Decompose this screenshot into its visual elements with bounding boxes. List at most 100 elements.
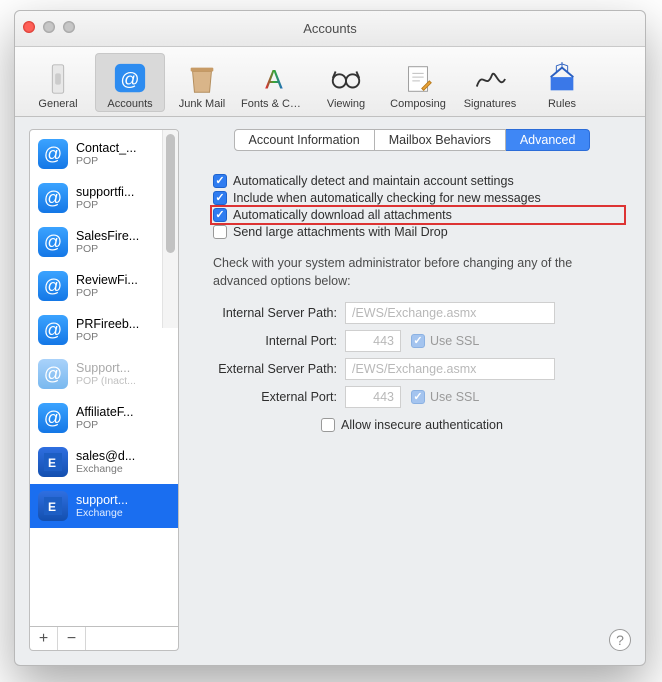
at-icon: @ — [111, 62, 149, 96]
external-port-row: External Port: Use SSL — [201, 386, 623, 408]
checkbox-label: Include when automatically checking for … — [233, 191, 541, 205]
account-type: POP — [76, 243, 172, 255]
allow-insecure-row: Allow insecure authentication — [201, 418, 623, 432]
toolbar-label: Signatures — [464, 98, 517, 110]
toolbar-general[interactable]: General — [23, 53, 93, 112]
tab-mailbox-behaviors[interactable]: Mailbox Behaviors — [375, 129, 506, 151]
account-row[interactable]: @ Support...POP (Inact... — [30, 352, 178, 396]
panel-tabs: Account Information Mailbox Behaviors Ad… — [234, 129, 591, 151]
ssl-label: Use SSL — [430, 390, 479, 404]
titlebar: Accounts — [15, 11, 645, 47]
at-icon: @ — [38, 139, 68, 169]
account-row[interactable]: @ ReviewFi...POP — [30, 264, 178, 308]
paper-icon — [399, 62, 437, 96]
at-icon: @ — [38, 315, 68, 345]
svg-text:E: E — [48, 500, 56, 514]
checkbox-label: Send large attachments with Mail Drop — [233, 225, 448, 239]
account-name: Contact_... — [76, 141, 172, 155]
internal-server-path-input[interactable] — [345, 302, 555, 324]
tab-advanced[interactable]: Advanced — [506, 129, 591, 151]
internal-port-input[interactable] — [345, 330, 401, 352]
checkbox-row: Send large attachments with Mail Drop — [213, 225, 623, 239]
prefs-toolbar: General @ Accounts Junk Mail A Fonts & C… — [15, 47, 645, 117]
external-port-input[interactable] — [345, 386, 401, 408]
signature-icon — [471, 62, 509, 96]
checkbox-external-ssl — [411, 390, 425, 404]
account-name: AffiliateF... — [76, 405, 172, 419]
toolbar-label: Viewing — [327, 98, 365, 110]
toolbar-rules[interactable]: Rules — [527, 53, 597, 112]
exchange-icon: E — [38, 491, 68, 521]
checkbox-internal-ssl — [411, 334, 425, 348]
remove-account-button[interactable]: − — [58, 627, 86, 650]
toolbar-accounts[interactable]: @ Accounts — [95, 53, 165, 112]
account-name: sales@d... — [76, 449, 172, 463]
minimize-button[interactable] — [43, 21, 55, 33]
toolbar-composing[interactable]: Composing — [383, 53, 453, 112]
help-button[interactable]: ? — [609, 629, 631, 651]
account-row[interactable]: @ Contact_...POP — [30, 132, 178, 176]
external-server-path-row: External Server Path: — [201, 358, 623, 380]
account-row[interactable]: @ AffiliateF...POP — [30, 396, 178, 440]
scrollbar[interactable] — [162, 130, 178, 328]
account-type: Exchange — [76, 507, 172, 519]
checkbox-row-highlighted: Automatically download all attachments — [213, 208, 623, 222]
account-row[interactable]: E sales@d...Exchange — [30, 440, 178, 484]
toolbar-junk[interactable]: Junk Mail — [167, 53, 237, 112]
exchange-icon: E — [38, 447, 68, 477]
checkbox-auto-download[interactable] — [213, 208, 227, 222]
field-label: External Server Path: — [201, 362, 345, 376]
close-button[interactable] — [23, 21, 35, 33]
internal-server-path-row: Internal Server Path: — [201, 302, 623, 324]
account-row[interactable]: @ supportfi...POP — [30, 176, 178, 220]
account-type: POP (Inact... — [76, 375, 172, 387]
account-row[interactable]: E support...Exchange — [30, 484, 178, 528]
at-icon: @ — [38, 359, 68, 389]
svg-text:E: E — [48, 456, 56, 470]
zoom-button[interactable] — [63, 21, 75, 33]
switch-icon — [39, 62, 77, 96]
toolbar-viewing[interactable]: Viewing — [311, 53, 381, 112]
checkbox-allow-insecure[interactable] — [321, 418, 335, 432]
field-label: External Port: — [201, 390, 345, 404]
sidebar-footer: + − — [29, 627, 179, 651]
settings-panel: Account Information Mailbox Behaviors Ad… — [193, 129, 631, 651]
checkbox-label: Automatically detect and maintain accoun… — [233, 174, 514, 188]
toolbar-label: Rules — [548, 98, 576, 110]
checkbox-include-checking[interactable] — [213, 191, 227, 205]
account-name: support... — [76, 493, 172, 507]
checkbox-row: Include when automatically checking for … — [213, 191, 623, 205]
account-name: SalesFire... — [76, 229, 172, 243]
account-sidebar: @ Contact_...POP @ supportfi...POP @ Sal… — [29, 129, 179, 651]
account-type: POP — [76, 419, 172, 431]
field-label: Internal Server Path: — [201, 306, 345, 320]
external-server-path-input[interactable] — [345, 358, 555, 380]
svg-text:A: A — [265, 64, 283, 94]
at-icon: @ — [38, 403, 68, 433]
window-title: Accounts — [303, 21, 356, 36]
account-row[interactable]: @ SalesFire...POP — [30, 220, 178, 264]
window-controls — [23, 21, 75, 33]
content-area: @ Contact_...POP @ supportfi...POP @ Sal… — [15, 117, 645, 665]
svg-text:@: @ — [120, 70, 139, 91]
account-type: POP — [76, 331, 172, 343]
add-account-button[interactable]: + — [30, 627, 58, 650]
at-icon: @ — [38, 227, 68, 257]
accounts-window: Accounts General @ Accounts Junk Mail A … — [14, 10, 646, 666]
toolbar-signatures[interactable]: Signatures — [455, 53, 525, 112]
checkbox-label: Allow insecure authentication — [341, 418, 503, 432]
field-label: Internal Port: — [201, 334, 345, 348]
checkbox-auto-detect[interactable] — [213, 174, 227, 188]
glasses-icon — [327, 62, 365, 96]
toolbar-fonts[interactable]: A Fonts & Colors — [239, 53, 309, 112]
checkbox-row: Automatically detect and maintain accoun… — [213, 174, 623, 188]
account-name: Support... — [76, 361, 172, 375]
account-name: PRFireeb... — [76, 317, 172, 331]
at-icon: @ — [38, 183, 68, 213]
checkbox-label: Automatically download all attachments — [233, 208, 452, 222]
tab-account-info[interactable]: Account Information — [234, 129, 375, 151]
trash-icon — [183, 62, 221, 96]
checkbox-mail-drop[interactable] — [213, 225, 227, 239]
account-row[interactable]: @ PRFireeb...POP — [30, 308, 178, 352]
scrollbar-thumb[interactable] — [166, 134, 175, 253]
